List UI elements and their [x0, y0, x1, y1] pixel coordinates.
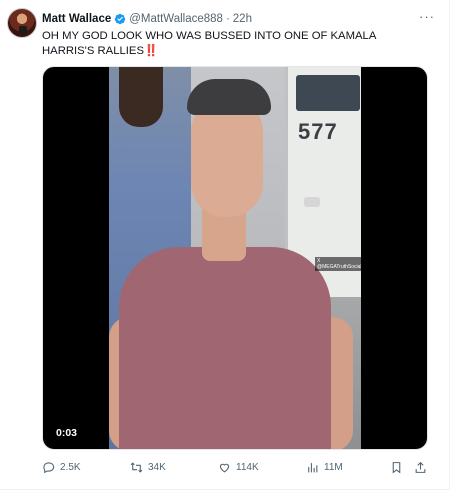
author-name[interactable]: Matt Wallace — [42, 13, 111, 25]
video-frame: 577 X @MEGATruthSocial — [109, 67, 361, 449]
like-button[interactable]: 114K — [218, 461, 259, 474]
bookmark-button[interactable] — [390, 461, 403, 474]
views-button[interactable]: 11M — [306, 461, 343, 474]
repost-button[interactable]: 34K — [130, 461, 166, 474]
video-person-shirt — [119, 247, 331, 449]
video-person-face — [191, 99, 263, 217]
bus-number: 577 — [298, 119, 338, 144]
verified-badge-icon — [114, 13, 126, 25]
background-person-head — [119, 67, 163, 127]
like-count: 114K — [236, 462, 259, 473]
share-button[interactable] — [414, 461, 427, 474]
bus-window — [296, 75, 360, 111]
separator-dot: · — [225, 13, 230, 25]
bus-lamp — [304, 197, 320, 207]
video-duration: 0:03 — [51, 425, 83, 441]
double-exclamation-emoji: ‼️ — [143, 45, 158, 57]
avatar[interactable] — [7, 8, 37, 38]
repost-icon — [130, 462, 143, 473]
more-icon[interactable]: ··· — [419, 9, 435, 24]
author-handle[interactable]: @MattWallace888 — [129, 13, 223, 25]
tweet-header: Matt Wallace @MattWallace888 · 22h — [42, 11, 252, 27]
avatar-microphone — [19, 26, 27, 35]
timestamp[interactable]: 22h — [233, 13, 252, 25]
share-icon — [415, 461, 426, 473]
bookmark-icon — [392, 462, 401, 474]
like-icon — [219, 463, 230, 473]
view-count: 11M — [324, 462, 343, 473]
reply-count: 2.5K — [60, 462, 81, 473]
views-icon — [308, 463, 318, 473]
action-bar: 2.5K 34K 114K 11M — [42, 461, 438, 477]
video-player[interactable]: 577 X @MEGATruthSocial 0:03 — [42, 66, 428, 450]
repost-count: 34K — [148, 462, 166, 473]
reply-icon — [43, 462, 55, 474]
tweet-text: OH MY GOD LOOK WHO WAS BUSSED INTO ONE O… — [42, 29, 422, 59]
video-person-cap — [187, 79, 271, 115]
tweet[interactable]: Matt Wallace @MattWallace888 · 22h ··· O… — [0, 0, 450, 490]
video-watermark: X @MEGATruthSocial — [315, 257, 361, 271]
tweet-text-body: OH MY GOD LOOK WHO WAS BUSSED INTO ONE O… — [42, 30, 376, 57]
reply-button[interactable]: 2.5K — [42, 461, 81, 474]
